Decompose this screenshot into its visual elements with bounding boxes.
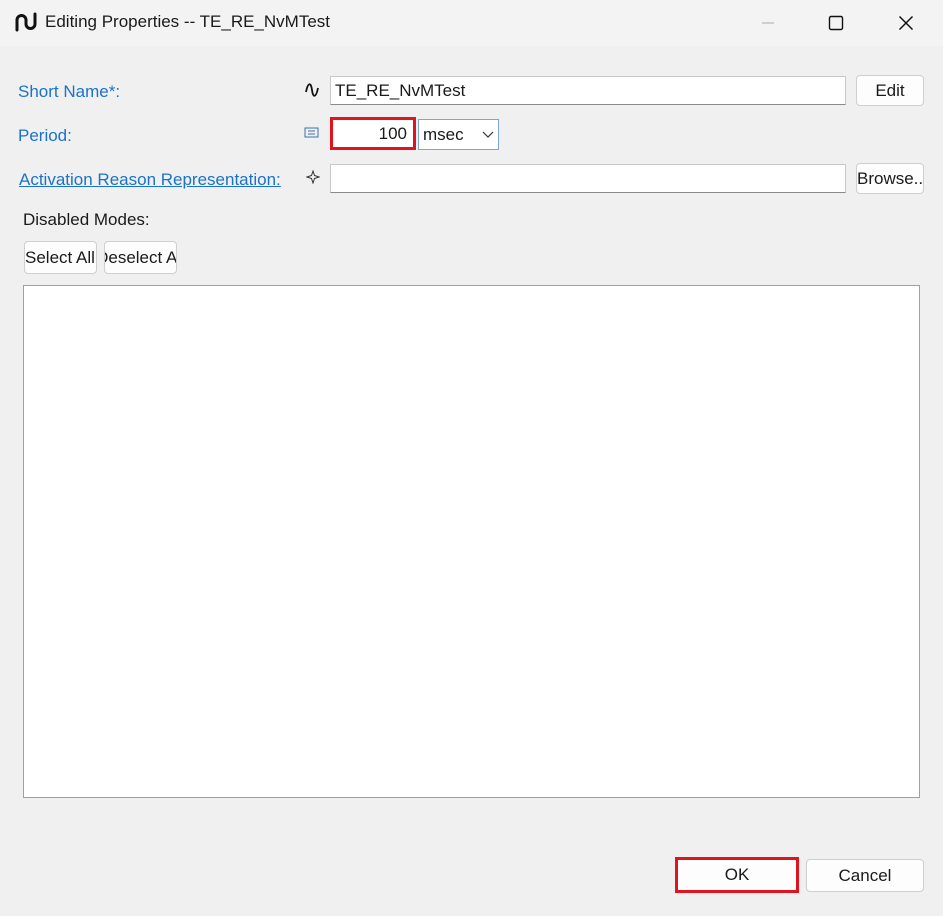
short-name-input[interactable]: TE_RE_NvMTest (330, 76, 846, 105)
numeric-icon (304, 127, 319, 138)
activation-reason-link[interactable]: Activation Reason Representation: (19, 170, 281, 190)
period-input[interactable]: 100 (330, 117, 416, 150)
disabled-modes-list[interactable] (23, 285, 920, 798)
close-button[interactable] (875, 0, 937, 46)
reference-icon (306, 170, 320, 184)
browse-button[interactable]: Browse... (856, 163, 924, 194)
runnable-wave-icon (15, 12, 37, 32)
cancel-button[interactable]: Cancel (806, 859, 924, 892)
short-name-value: TE_RE_NvMTest (335, 80, 466, 100)
deselect-all-button[interactable]: Deselect All (104, 241, 177, 274)
maximize-icon (828, 15, 844, 31)
close-icon (898, 15, 914, 31)
edit-button[interactable]: Edit (856, 75, 924, 106)
period-label: Period: (18, 126, 72, 145)
period-value: 100 (378, 123, 407, 143)
window-title: Editing Properties -- TE_RE_NvMTest (45, 12, 331, 31)
period-unit-select[interactable]: msec (418, 119, 499, 150)
short-name-label: Short Name*: (18, 82, 121, 101)
period-unit-value: msec (423, 124, 464, 144)
disabled-modes-label: Disabled Modes: (23, 210, 150, 229)
maximize-button[interactable] (805, 0, 867, 46)
title-bar: Editing Properties -- TE_RE_NvMTest (0, 0, 943, 46)
activation-reason-input[interactable] (330, 164, 846, 193)
minimize-button[interactable] (737, 0, 799, 46)
wave-icon (305, 83, 319, 97)
chevron-down-icon (482, 131, 494, 138)
ok-button[interactable]: OK (675, 857, 799, 893)
select-all-button[interactable]: Select All (24, 241, 97, 274)
minimize-icon (762, 22, 774, 24)
